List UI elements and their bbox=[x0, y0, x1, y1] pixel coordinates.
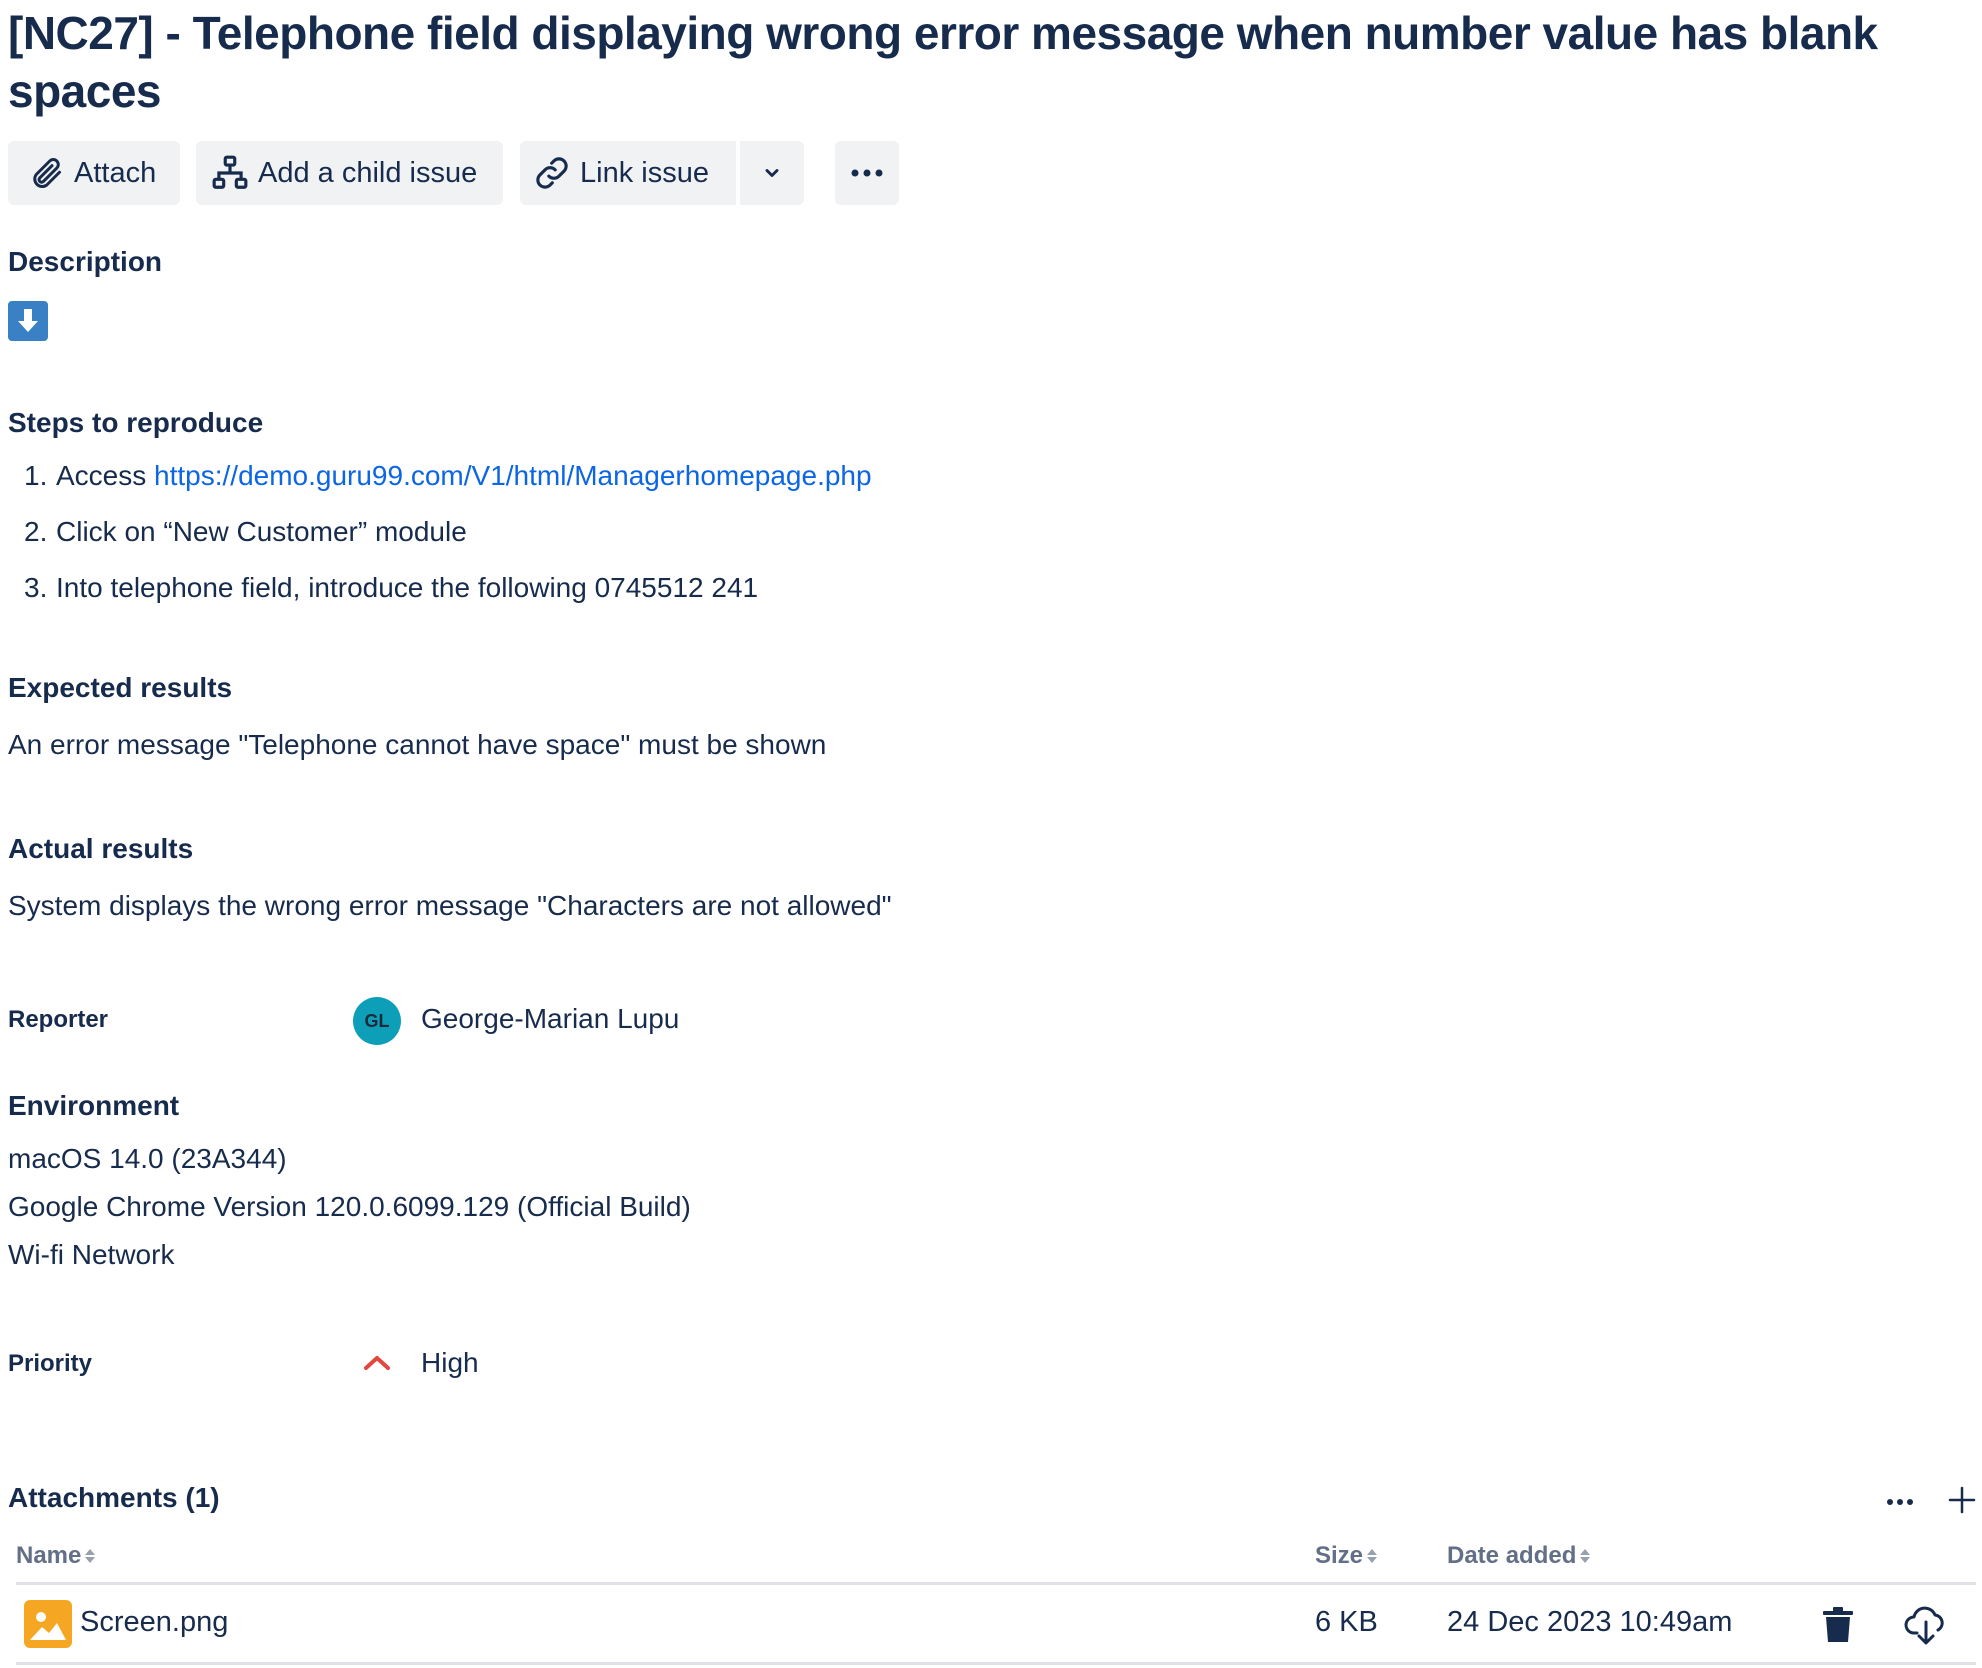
guru99-link[interactable]: https://demo.guru99.com/V1/html/Managerh… bbox=[154, 460, 872, 491]
attachment-date: 24 Dec 2023 10:49am bbox=[1447, 1606, 1733, 1638]
step-1: 1. Access https://demo.guru99.com/V1/html… bbox=[24, 460, 872, 491]
image-file-icon bbox=[24, 1600, 72, 1648]
sort-icon bbox=[1580, 1548, 1591, 1564]
issue-title[interactable]: [NC27] - Telephone field displaying wron… bbox=[8, 4, 1908, 120]
column-header-size[interactable]: Size bbox=[1315, 1542, 1378, 1570]
link-icon bbox=[532, 153, 572, 193]
chevron-down-icon bbox=[762, 163, 782, 183]
attach-button[interactable]: Attach bbox=[8, 141, 180, 205]
more-actions-button[interactable] bbox=[835, 141, 899, 205]
avatar[interactable]: GL bbox=[353, 997, 401, 1045]
environment-line: Wi-fi Network bbox=[8, 1239, 175, 1270]
add-attachment-icon[interactable] bbox=[1948, 1486, 1976, 1519]
add-child-issue-button[interactable]: Add a child issue bbox=[196, 141, 503, 205]
step-3: 3. Into telephone field, introduce the fo… bbox=[24, 572, 759, 603]
description-heading: Description bbox=[8, 246, 163, 277]
step-2: 2. Click on “New Customer” module bbox=[24, 516, 467, 547]
reporter-label: Reporter bbox=[8, 1006, 109, 1033]
add-child-issue-label: Add a child issue bbox=[258, 156, 478, 189]
sort-icon bbox=[85, 1548, 96, 1564]
actual-results-heading: Actual results bbox=[8, 833, 194, 864]
column-header-date[interactable]: Date added bbox=[1447, 1542, 1591, 1570]
child-issue-icon bbox=[210, 153, 250, 193]
link-issue-dropdown-button[interactable] bbox=[740, 141, 804, 205]
more-icon bbox=[847, 167, 887, 179]
expected-results-heading: Expected results bbox=[8, 672, 233, 703]
paperclip-icon bbox=[26, 153, 66, 193]
delete-icon[interactable] bbox=[1820, 1606, 1856, 1649]
steps-heading: Steps to reproduce bbox=[8, 407, 264, 438]
attachments-more-icon[interactable] bbox=[1886, 1494, 1914, 1512]
priority-high-icon bbox=[362, 1352, 392, 1379]
info-download-icon bbox=[8, 301, 48, 341]
reporter-name[interactable]: George-Marian Lupu bbox=[421, 1003, 679, 1035]
column-header-name[interactable]: Name bbox=[16, 1542, 96, 1570]
environment-line: Google Chrome Version 120.0.6099.129 (Of… bbox=[8, 1191, 691, 1222]
download-icon[interactable] bbox=[1904, 1606, 1948, 1651]
attachment-name[interactable]: Screen.png bbox=[80, 1606, 228, 1639]
priority-label: Priority bbox=[8, 1350, 93, 1377]
attachment-size: 6 KB bbox=[1315, 1606, 1378, 1638]
link-issue-label: Link issue bbox=[580, 156, 709, 189]
attachments-heading: Attachments (1) bbox=[8, 1482, 220, 1513]
table-row-divider bbox=[16, 1662, 1976, 1665]
environment-heading: Environment bbox=[8, 1090, 180, 1121]
table-header-divider bbox=[16, 1582, 1976, 1585]
environment-line: macOS 14.0 (23A344) bbox=[8, 1143, 287, 1174]
link-issue-button[interactable]: Link issue bbox=[520, 141, 738, 205]
attach-label: Attach bbox=[74, 156, 157, 189]
expected-results-text: An error message "Telephone cannot have … bbox=[8, 729, 827, 760]
actual-results-text: System displays the wrong error message … bbox=[8, 890, 892, 921]
sort-icon bbox=[1367, 1548, 1378, 1564]
priority-value[interactable]: High bbox=[421, 1347, 479, 1379]
